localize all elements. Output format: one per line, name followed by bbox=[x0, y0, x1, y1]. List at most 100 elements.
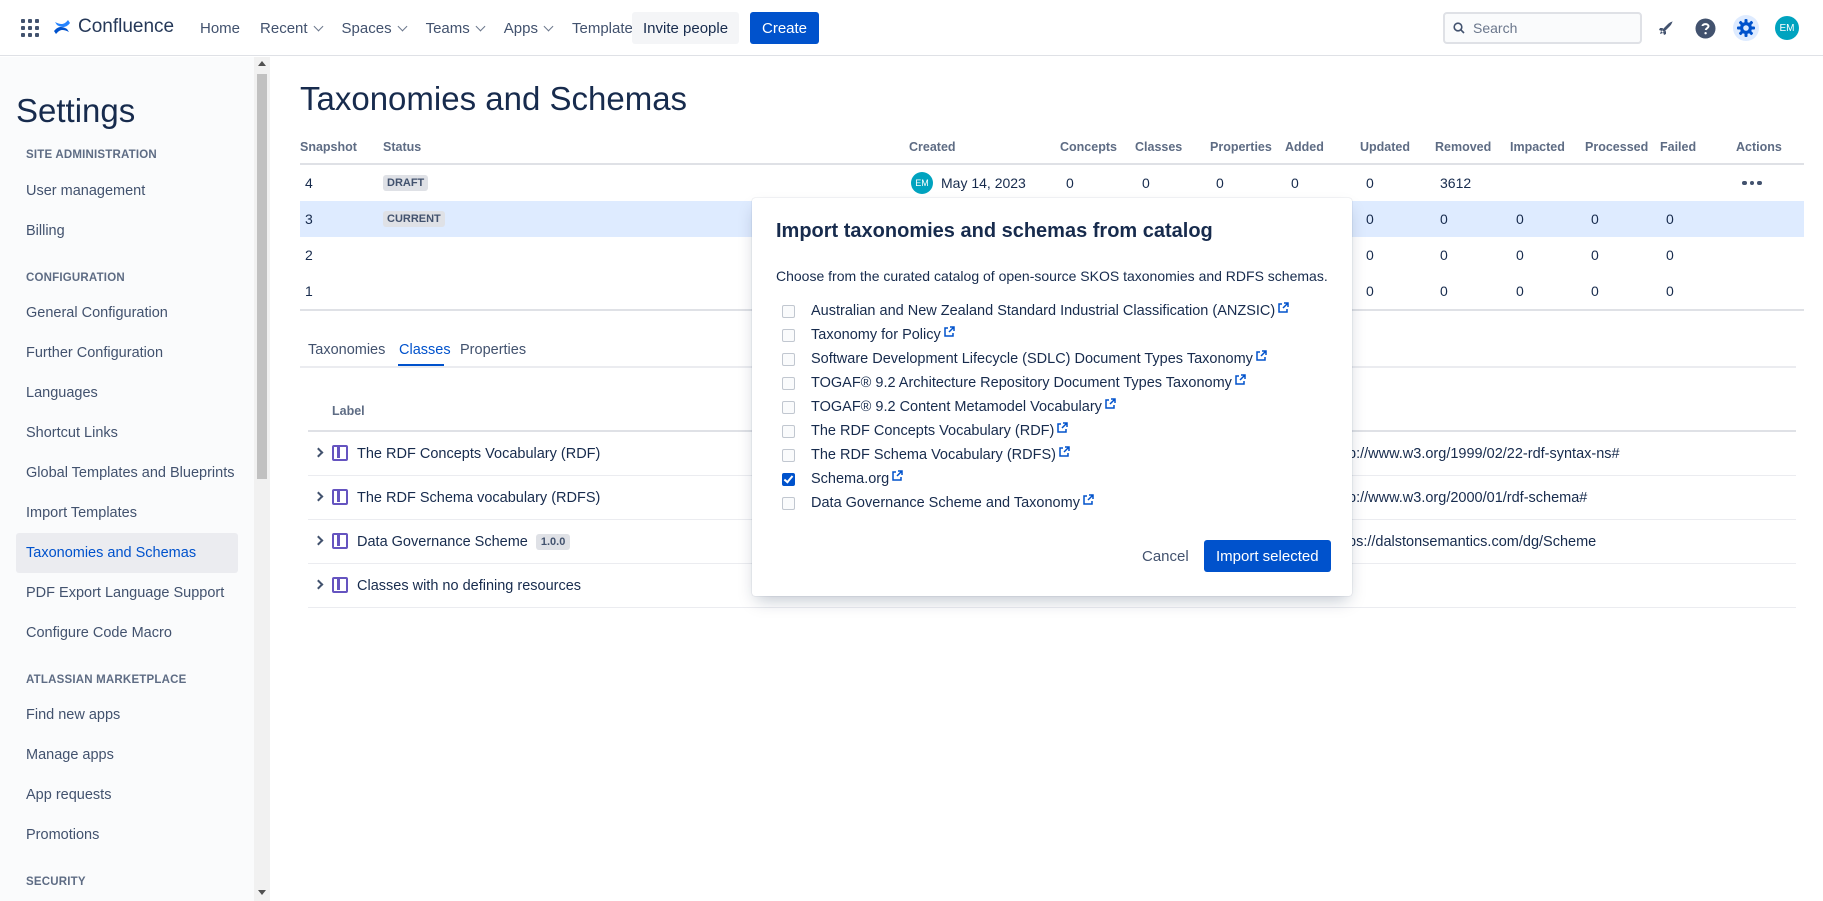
checkbox[interactable] bbox=[782, 448, 795, 462]
col-classes[interactable]: Classes bbox=[1135, 140, 1182, 164]
col-concepts[interactable]: Concepts bbox=[1060, 140, 1117, 164]
col-removed[interactable]: Removed bbox=[1435, 140, 1491, 164]
more-actions-icon[interactable] bbox=[1742, 165, 1762, 201]
catalog-option[interactable]: The RDF Schema Vocabulary (RDFS) bbox=[782, 445, 1070, 465]
col-actions: Actions bbox=[1736, 140, 1782, 154]
col-processed[interactable]: Processed bbox=[1585, 140, 1648, 164]
expand-chevron-icon[interactable] bbox=[313, 535, 324, 546]
expand-chevron-icon[interactable] bbox=[313, 491, 324, 502]
search-input[interactable]: Search bbox=[1443, 12, 1642, 44]
sidebar-item-import-templates[interactable]: Import Templates bbox=[16, 493, 238, 533]
checkbox[interactable] bbox=[782, 328, 795, 342]
sidebar-item-further-configuration[interactable]: Further Configuration bbox=[16, 333, 238, 373]
col-added[interactable]: Added bbox=[1285, 140, 1324, 164]
cell-impacted: 0 bbox=[1516, 247, 1524, 263]
catalog-option[interactable]: Schema.org bbox=[782, 469, 903, 489]
sidebar-item-find-new-apps[interactable]: Find new apps bbox=[16, 695, 238, 735]
tab-taxonomies[interactable]: Taxonomies bbox=[308, 342, 385, 358]
catalog-option[interactable]: TOGAF® 9.2 Architecture Repository Docum… bbox=[782, 373, 1246, 393]
sidebar-item-global-templates[interactable]: Global Templates and Blueprints bbox=[16, 453, 238, 493]
checkbox-checked[interactable] bbox=[782, 472, 795, 486]
cell-removed: 0 bbox=[1440, 211, 1448, 227]
top-navigation: Confluence Home Recent Spaces Teams Apps… bbox=[0, 0, 1823, 56]
nav-recent[interactable]: Recent bbox=[250, 12, 332, 44]
cell-created: EM May 14, 2023 bbox=[911, 165, 1026, 201]
table-row[interactable]: 4 DRAFT EM May 14, 2023 0 0 0 0 0 3612 bbox=[300, 165, 1804, 201]
sidebar-item-languages[interactable]: Languages bbox=[16, 373, 238, 413]
catalog-option[interactable]: TOGAF® 9.2 Content Metamodel Vocabulary bbox=[782, 397, 1116, 417]
import-selected-button[interactable]: Import selected bbox=[1204, 540, 1331, 572]
sidebar-item-app-requests[interactable]: App requests bbox=[16, 775, 238, 815]
sidebar-item-billing[interactable]: Billing bbox=[16, 211, 238, 251]
class-icon bbox=[332, 489, 348, 505]
checkbox[interactable] bbox=[782, 304, 795, 318]
cell-processed: 0 bbox=[1591, 283, 1599, 299]
sidebar-item-promotions[interactable]: Promotions bbox=[16, 815, 238, 855]
external-link-icon[interactable] bbox=[1234, 374, 1246, 386]
class-uri: ps://dalstonsemantics.com/dg/Scheme bbox=[1348, 534, 1597, 550]
notifications-icon[interactable] bbox=[1654, 16, 1678, 40]
external-link-icon[interactable] bbox=[1104, 398, 1116, 410]
nav-spaces[interactable]: Spaces bbox=[332, 12, 416, 44]
nav-spaces-label: Spaces bbox=[341, 19, 392, 37]
checkbox[interactable] bbox=[782, 352, 795, 366]
col-snapshot[interactable]: Snapshot bbox=[300, 140, 357, 164]
external-link-icon[interactable] bbox=[891, 470, 903, 482]
catalog-option[interactable]: Data Governance Scheme and Taxonomy bbox=[782, 493, 1094, 513]
search-placeholder: Search bbox=[1473, 20, 1518, 36]
profile-avatar[interactable]: EM bbox=[1775, 16, 1799, 40]
sidebar-item-general-configuration[interactable]: General Configuration bbox=[16, 293, 238, 333]
col-failed[interactable]: Failed bbox=[1660, 140, 1696, 164]
external-link-icon[interactable] bbox=[1058, 446, 1070, 458]
expand-chevron-icon[interactable] bbox=[313, 447, 324, 458]
tab-properties[interactable]: Properties bbox=[460, 342, 526, 358]
version-badge: 1.0.0 bbox=[535, 534, 571, 550]
sidebar-item-shortcut-links[interactable]: Shortcut Links bbox=[16, 413, 238, 453]
col-updated[interactable]: Updated bbox=[1360, 140, 1410, 164]
external-link-icon[interactable] bbox=[943, 326, 955, 338]
settings-icon[interactable] bbox=[1733, 15, 1759, 41]
section-security: SECURITY bbox=[26, 876, 86, 888]
sidebar-item-taxonomies-and-schemas[interactable]: Taxonomies and Schemas bbox=[16, 533, 238, 573]
checkbox[interactable] bbox=[782, 400, 795, 414]
sidebar-item-manage-apps[interactable]: Manage apps bbox=[16, 735, 238, 775]
class-icon bbox=[332, 445, 348, 461]
help-icon[interactable] bbox=[1693, 16, 1717, 40]
col-status[interactable]: Status bbox=[383, 140, 421, 164]
external-link-icon[interactable] bbox=[1255, 350, 1267, 362]
tab-classes[interactable]: Classes bbox=[399, 342, 451, 358]
scroll-thumb[interactable] bbox=[257, 74, 267, 479]
nav-home[interactable]: Home bbox=[190, 12, 250, 44]
external-link-icon[interactable] bbox=[1277, 302, 1289, 314]
catalog-option[interactable]: Software Development Lifecycle (SDLC) Do… bbox=[782, 349, 1267, 369]
checkbox[interactable] bbox=[782, 496, 795, 510]
create-button[interactable]: Create bbox=[750, 12, 820, 44]
sidebar-item-pdf-export-language[interactable]: PDF Export Language Support bbox=[16, 573, 238, 613]
expand-chevron-icon[interactable] bbox=[313, 579, 324, 590]
sidebar-item-user-management[interactable]: User management bbox=[16, 171, 238, 211]
confluence-logo[interactable]: Confluence bbox=[52, 16, 174, 38]
scroll-up-icon[interactable] bbox=[258, 61, 266, 66]
col-properties[interactable]: Properties bbox=[1210, 140, 1272, 164]
sidebar-item-configure-code-macro[interactable]: Configure Code Macro bbox=[16, 613, 238, 653]
checkbox[interactable] bbox=[782, 376, 795, 390]
cell-added: 0 bbox=[1291, 175, 1299, 191]
catalog-option[interactable]: The RDF Concepts Vocabulary (RDF) bbox=[782, 421, 1069, 441]
app-switcher-icon[interactable] bbox=[21, 19, 39, 37]
cell-impacted: 0 bbox=[1516, 211, 1524, 227]
nav-apps[interactable]: Apps bbox=[494, 12, 562, 44]
invite-people-button[interactable]: Invite people bbox=[632, 12, 740, 44]
catalog-option[interactable]: Australian and New Zealand Standard Indu… bbox=[782, 301, 1289, 321]
class-label-text: Data Governance Scheme bbox=[357, 534, 528, 550]
cancel-button[interactable]: Cancel bbox=[1132, 540, 1199, 572]
sidebar-scrollbar[interactable] bbox=[254, 57, 270, 901]
scroll-down-icon[interactable] bbox=[258, 890, 266, 895]
nav-teams[interactable]: Teams bbox=[416, 12, 494, 44]
checkbox[interactable] bbox=[782, 424, 795, 438]
nav-templates-label: Templates bbox=[571, 19, 641, 37]
col-created[interactable]: Created bbox=[909, 140, 956, 164]
external-link-icon[interactable] bbox=[1056, 422, 1069, 434]
col-impacted[interactable]: Impacted bbox=[1510, 140, 1565, 164]
catalog-option[interactable]: Taxonomy for Policy bbox=[782, 325, 955, 345]
external-link-icon[interactable] bbox=[1082, 494, 1094, 506]
